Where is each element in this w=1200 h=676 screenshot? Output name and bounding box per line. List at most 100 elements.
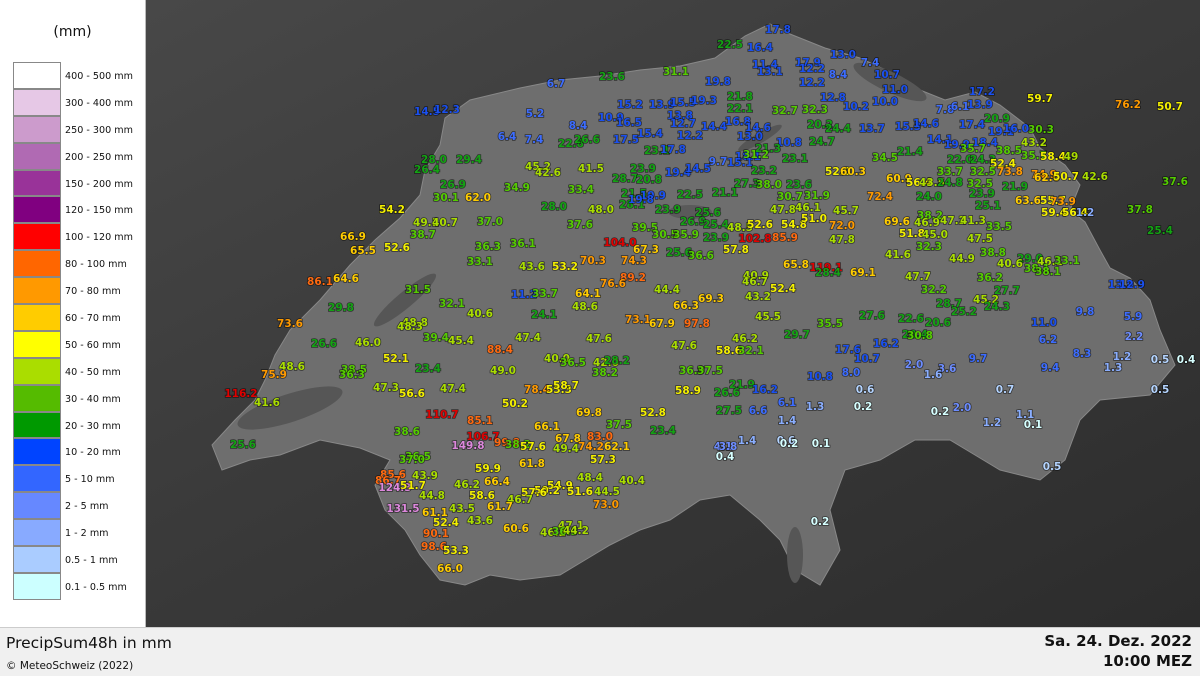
station-value: 53.3 <box>443 545 469 557</box>
station-value: 5.2 <box>526 108 545 120</box>
station-value: 10.7 <box>874 69 900 81</box>
station-value: 38.0 <box>756 179 782 191</box>
legend-swatch <box>13 546 61 573</box>
legend-swatch <box>13 169 61 197</box>
station-value: 6.7 <box>547 78 566 90</box>
legend-label: 2 - 5 mm <box>65 501 109 513</box>
station-value: 0.2 <box>780 438 799 450</box>
product-title: PrecipSum48h in mm <box>6 634 172 652</box>
legend-swatch <box>13 330 61 358</box>
station-value: 27.6 <box>859 310 885 322</box>
date-label: Sa. 24. Dez. 2022 <box>1044 632 1192 650</box>
station-value: 63.6 <box>1015 195 1041 207</box>
station-value: 36.1 <box>510 238 536 250</box>
station-value: 34.9 <box>504 182 530 194</box>
station-value: 37.0 <box>399 454 425 466</box>
station-value: 65.8 <box>783 259 809 271</box>
station-value: 47.8 <box>770 204 796 216</box>
legend-label: 20 - 30 mm <box>65 420 121 432</box>
station-value: 17.4 <box>959 119 985 131</box>
station-value: 72.4 <box>867 191 893 203</box>
station-value: 14.4 <box>701 121 727 133</box>
station-value: 24.4 <box>825 123 851 135</box>
station-value: 33.5 <box>986 221 1012 233</box>
station-value: 0.5 <box>1151 384 1170 396</box>
station-value: 22.5 <box>677 189 703 201</box>
station-value: 64.6 <box>333 273 359 285</box>
station-value: 0.5 <box>1043 461 1062 473</box>
station-value: 69.6 <box>884 216 910 228</box>
footer-bar: PrecipSum48h in mm © MeteoSchweiz (2022)… <box>0 627 1200 676</box>
station-value: 35.5 <box>817 318 843 330</box>
station-value: 10.2 <box>843 101 869 113</box>
station-value: 52.1 <box>383 353 409 365</box>
legend-swatch <box>13 465 61 493</box>
station-value: 76.6 <box>600 278 626 290</box>
station-value: 42.6 <box>1082 171 1108 183</box>
station-value: 23.6 <box>599 71 625 83</box>
station-value: 49 <box>1064 151 1079 163</box>
station-value: 39.4 <box>423 332 449 344</box>
station-value: 42.6 <box>535 167 561 179</box>
legend-label: 300 - 400 mm <box>65 97 133 109</box>
station-value: 31.2 <box>743 149 769 161</box>
station-value: 32.1 <box>439 298 465 310</box>
station-value: 14.6 <box>913 118 939 130</box>
station-value: 12.7 <box>670 118 696 130</box>
station-value: 44.2 <box>563 525 589 537</box>
station-value: 22.1 <box>727 103 753 115</box>
station-value: 47.7 <box>905 271 931 283</box>
legend-swatch <box>13 142 61 170</box>
terrain-background: 17.822.5 16.413.011.4 17.9 7.423.6 31.1 13.1 1… <box>0 0 1200 627</box>
precipitation-map[interactable]: 17.8 22.5 16.4 13.0 11.4 17.9 7.4 23.6 31.1 13.1 1… <box>0 0 1200 627</box>
station-value: 32.7 <box>772 105 798 117</box>
legend-class: 1 - 2 mm <box>13 519 145 547</box>
legend-swatch <box>13 304 61 331</box>
station-value: 73.1 <box>625 314 651 326</box>
legend-class: 0.5 - 1 mm <box>13 546 145 573</box>
station-value: 23.9 <box>703 232 729 244</box>
station-value: 36.3 <box>475 241 501 253</box>
station-value: 36.2 <box>977 272 1003 284</box>
legend-swatch <box>13 62 61 89</box>
station-value: 10.0 <box>872 96 898 108</box>
station-value: 0.2 <box>811 516 830 528</box>
legend-label: 5 - 10 mm <box>65 474 115 486</box>
legend-label: 1 - 2 mm <box>65 528 109 540</box>
station-value: 16.2 <box>752 384 778 396</box>
station-value: 48.0 <box>588 204 614 216</box>
station-value: 52.6 <box>747 219 773 231</box>
station-value: 51.0 <box>801 213 827 225</box>
station-value: 1.3 <box>1104 362 1123 374</box>
station-value: 38.5 <box>996 145 1022 157</box>
station-value: 28.0 <box>541 201 567 213</box>
station-value: 52.6 <box>384 242 410 254</box>
station-value: 12.2 <box>677 130 703 142</box>
station-value: 0.7 <box>996 384 1015 396</box>
station-value: 32.1 <box>738 345 764 357</box>
legend-label: 120 - 150 mm <box>65 205 133 217</box>
station-value: 32.3 <box>916 241 942 253</box>
legend-swatch <box>13 277 61 305</box>
station-value: 15.2 <box>617 99 643 111</box>
station-value: 37.6 <box>1162 176 1188 188</box>
station-value: 10.8 <box>807 371 833 383</box>
legend-label: 400 - 500 mm <box>65 71 133 82</box>
station-value: 43.2 <box>1021 137 1047 149</box>
station-value: 104.0 <box>603 237 636 249</box>
station-value: 22.6 <box>898 313 924 325</box>
station-value: 47.3 <box>373 382 399 394</box>
legend-label: 250 - 300 mm <box>65 124 133 136</box>
station-value: 75.9 <box>261 369 287 381</box>
station-value: 1.3 <box>806 401 825 413</box>
legend-swatch <box>13 196 61 224</box>
station-value: 28.2 <box>604 355 630 367</box>
station-value: 73.0 <box>593 499 619 511</box>
station-value: 9.4 <box>1041 362 1060 374</box>
station-value: 23.4 <box>415 363 441 375</box>
station-value: 59.9 <box>475 463 501 475</box>
station-value: 50.7 <box>1053 171 1079 183</box>
legend-label: 50 - 60 mm <box>65 339 121 351</box>
station-value: 38.6 <box>394 426 420 438</box>
station-value: 13.9 <box>967 99 993 111</box>
